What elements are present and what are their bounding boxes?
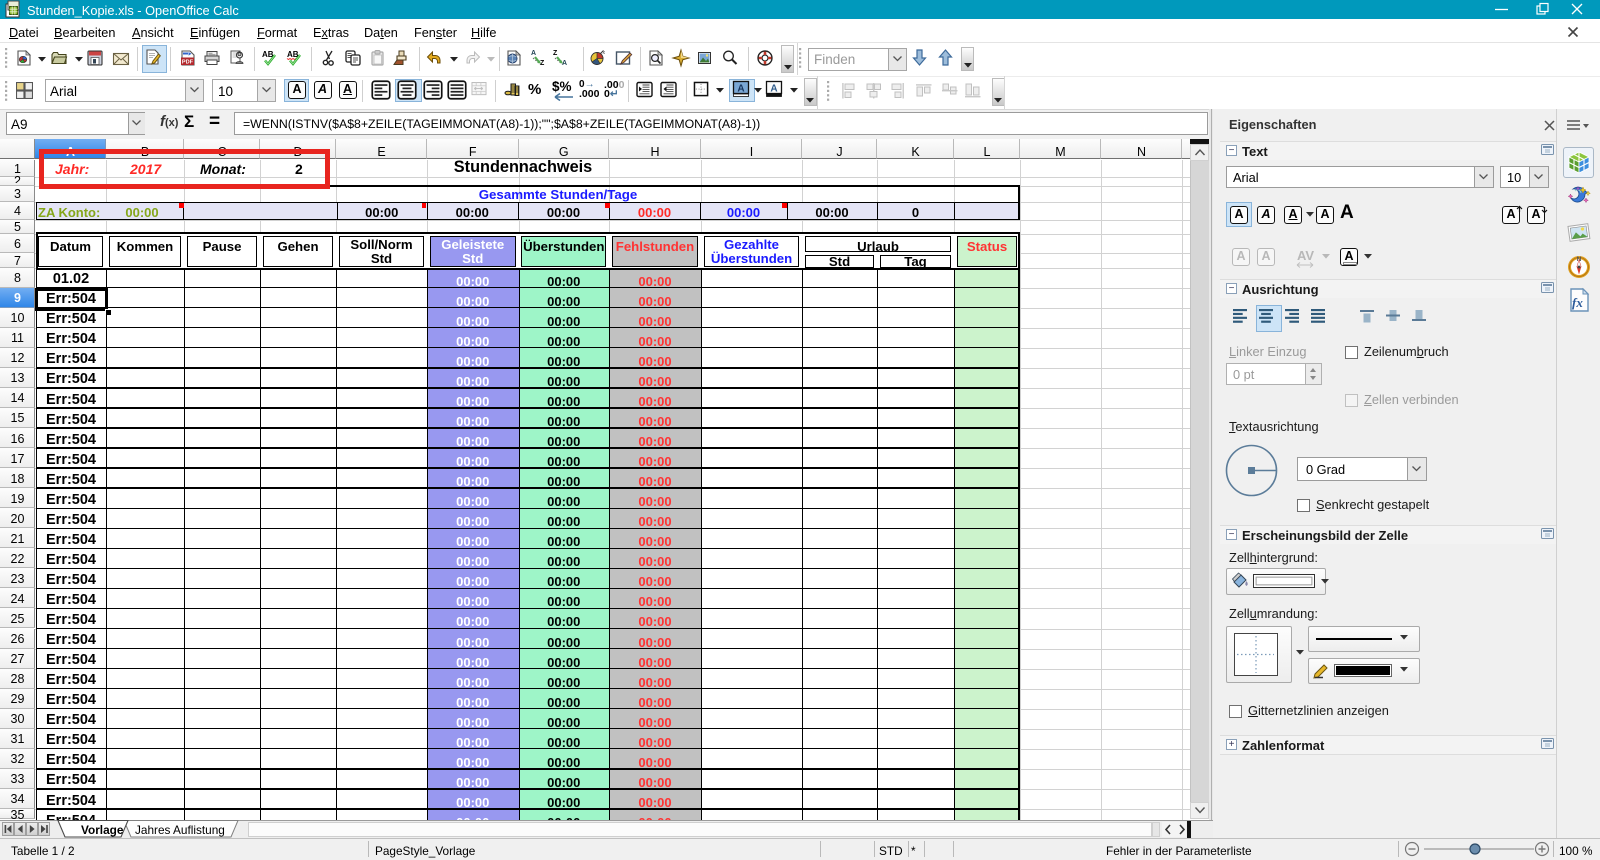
svg-text:Z: Z <box>540 60 545 67</box>
svg-text:Z: Z <box>553 50 558 57</box>
svg-text:A: A <box>770 84 777 95</box>
svg-text:PDF: PDF <box>182 60 194 66</box>
svg-text:A: A <box>737 84 744 95</box>
svg-text:A: A <box>531 50 536 57</box>
svg-text:x: x <box>603 50 606 56</box>
svg-text:fx: fx <box>1572 295 1583 310</box>
svg-text:A: A <box>562 60 567 67</box>
